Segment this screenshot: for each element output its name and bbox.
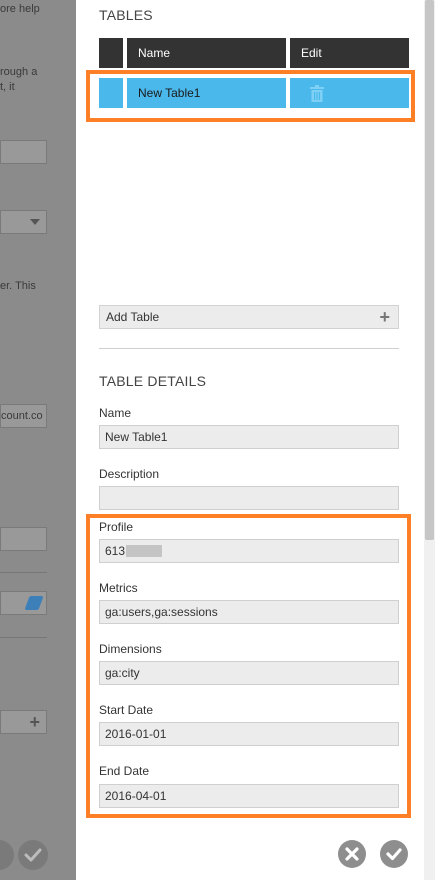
bg-input-edit <box>0 591 47 615</box>
plus-icon: + <box>29 712 40 732</box>
start-date-field[interactable]: 2016-01-01 <box>99 722 399 746</box>
bg-text-line1: rough a <box>0 66 38 78</box>
description-field[interactable] <box>99 486 399 510</box>
bg-cancel-button <box>0 840 14 870</box>
pencil-icon <box>24 596 44 610</box>
start-date-label: Start Date <box>99 703 154 717</box>
bg-select <box>0 210 47 234</box>
bg-input-account: count.co <box>0 404 47 428</box>
name-label: Name <box>99 406 132 420</box>
add-table-label: Add Table <box>106 310 160 324</box>
dimensions-label: Dimensions <box>99 642 162 656</box>
grid-header-select <box>99 38 123 68</box>
grid-header-edit: Edit <box>290 38 409 68</box>
trash-icon[interactable] <box>310 85 324 102</box>
metrics-field[interactable]: ga:users,ga:sessions <box>99 600 399 624</box>
row-edit-cell[interactable] <box>290 78 409 108</box>
background-overlay: ore help rough a t, it er. This count.co… <box>0 0 76 880</box>
bg-ok-button <box>18 840 48 870</box>
bg-text-help: ore help <box>0 3 40 15</box>
add-table-button[interactable]: Add Table + <box>99 305 399 329</box>
bg-text-line2: t, it <box>0 81 15 93</box>
scrollbar-thumb[interactable] <box>425 0 434 540</box>
description-label: Description <box>99 467 160 481</box>
end-date-label: End Date <box>99 764 150 778</box>
dimensions-field[interactable]: ga:city <box>99 661 399 685</box>
bg-input <box>0 527 47 551</box>
bg-input <box>0 140 47 164</box>
redacted-block <box>126 545 163 557</box>
grid-header-name: Name <box>127 38 286 68</box>
tables-section-title: TABLES <box>99 7 153 23</box>
row-name-cell[interactable]: New Table1 <box>127 78 286 108</box>
end-date-field[interactable]: 2016-04-01 <box>99 784 399 808</box>
table-details-title: TABLE DETAILS <box>99 373 207 389</box>
metrics-label: Metrics <box>99 581 138 595</box>
plus-icon: + <box>379 307 390 327</box>
close-icon <box>345 847 359 861</box>
check-icon <box>386 848 402 861</box>
table-editor-panel: TABLES Name Edit New Table1 Add Table + … <box>76 0 424 880</box>
row-select-cell[interactable] <box>99 78 123 108</box>
name-field[interactable]: New Table1 <box>99 425 399 449</box>
bg-divider <box>0 637 47 638</box>
profile-value: 613 <box>105 544 126 558</box>
chevron-down-icon <box>30 219 40 225</box>
bg-input-add: + <box>0 710 47 734</box>
profile-label: Profile <box>99 520 134 534</box>
section-divider <box>99 348 399 349</box>
profile-field[interactable]: 613 <box>99 539 399 563</box>
bg-divider <box>0 572 47 573</box>
bg-text-line3: er. This <box>0 280 36 292</box>
check-icon <box>24 848 42 862</box>
cancel-button[interactable] <box>338 840 366 868</box>
ok-button[interactable] <box>380 840 408 868</box>
